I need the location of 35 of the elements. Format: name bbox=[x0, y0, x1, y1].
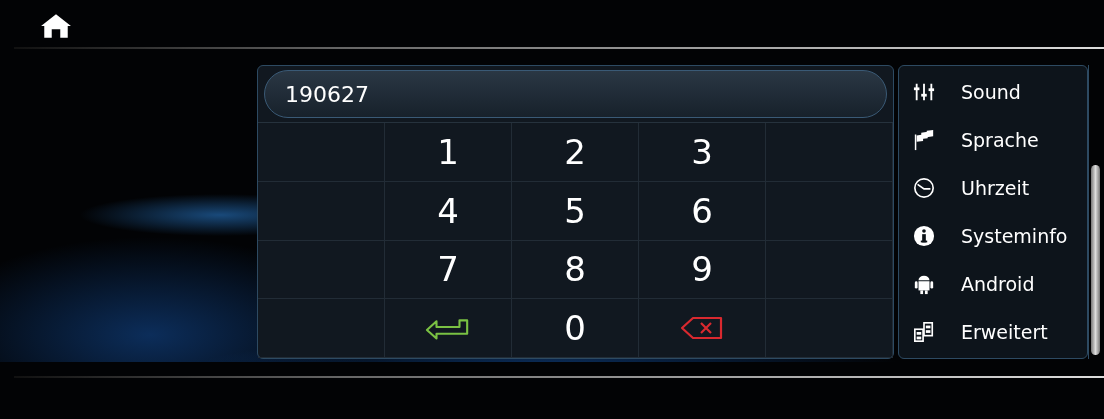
enter-key[interactable] bbox=[385, 299, 512, 358]
settings-item[interactable]: Sound bbox=[899, 69, 1087, 115]
flags-icon bbox=[913, 129, 935, 151]
digit-key[interactable]: 5 bbox=[512, 181, 639, 241]
settings-item[interactable]: Uhrzeit bbox=[899, 165, 1087, 211]
settings-item[interactable]: Android bbox=[899, 261, 1087, 307]
delete-key[interactable] bbox=[639, 299, 766, 358]
digit-key[interactable]: 4 bbox=[385, 181, 512, 241]
settings-item[interactable]: Sprache bbox=[899, 117, 1087, 163]
settings-item[interactable]: Systeminfo bbox=[899, 213, 1087, 259]
settings-label: Uhrzeit bbox=[961, 177, 1030, 199]
settings-label: Erweitert bbox=[961, 321, 1048, 343]
digit-key[interactable]: 6 bbox=[639, 181, 766, 241]
scrollbar-thumb[interactable] bbox=[1091, 165, 1100, 355]
settings-label: Sprache bbox=[961, 129, 1039, 151]
building-blocks-icon bbox=[913, 321, 935, 343]
digit-key[interactable]: 3 bbox=[639, 123, 766, 182]
sliders-icon bbox=[913, 81, 935, 103]
pin-field[interactable]: 190627 bbox=[264, 70, 887, 118]
backspace-icon bbox=[679, 316, 725, 341]
clock-icon bbox=[913, 177, 935, 199]
info-icon bbox=[913, 225, 935, 247]
settings-item[interactable]: Erweitert bbox=[899, 309, 1087, 355]
digit-key[interactable]: 8 bbox=[512, 240, 639, 300]
digit-key[interactable]: 2 bbox=[512, 123, 639, 182]
digit-key[interactable]: 9 bbox=[639, 240, 766, 300]
digit-key[interactable]: 0 bbox=[512, 299, 639, 358]
robot-icon bbox=[913, 273, 935, 295]
digit-key[interactable]: 1 bbox=[385, 123, 512, 182]
settings-label: Sound bbox=[961, 81, 1021, 103]
settings-label: Systeminfo bbox=[961, 225, 1068, 247]
enter-arrow-icon bbox=[425, 316, 471, 341]
home-icon[interactable] bbox=[40, 12, 72, 39]
settings-label: Android bbox=[961, 273, 1035, 295]
digit-key[interactable]: 7 bbox=[385, 240, 512, 300]
